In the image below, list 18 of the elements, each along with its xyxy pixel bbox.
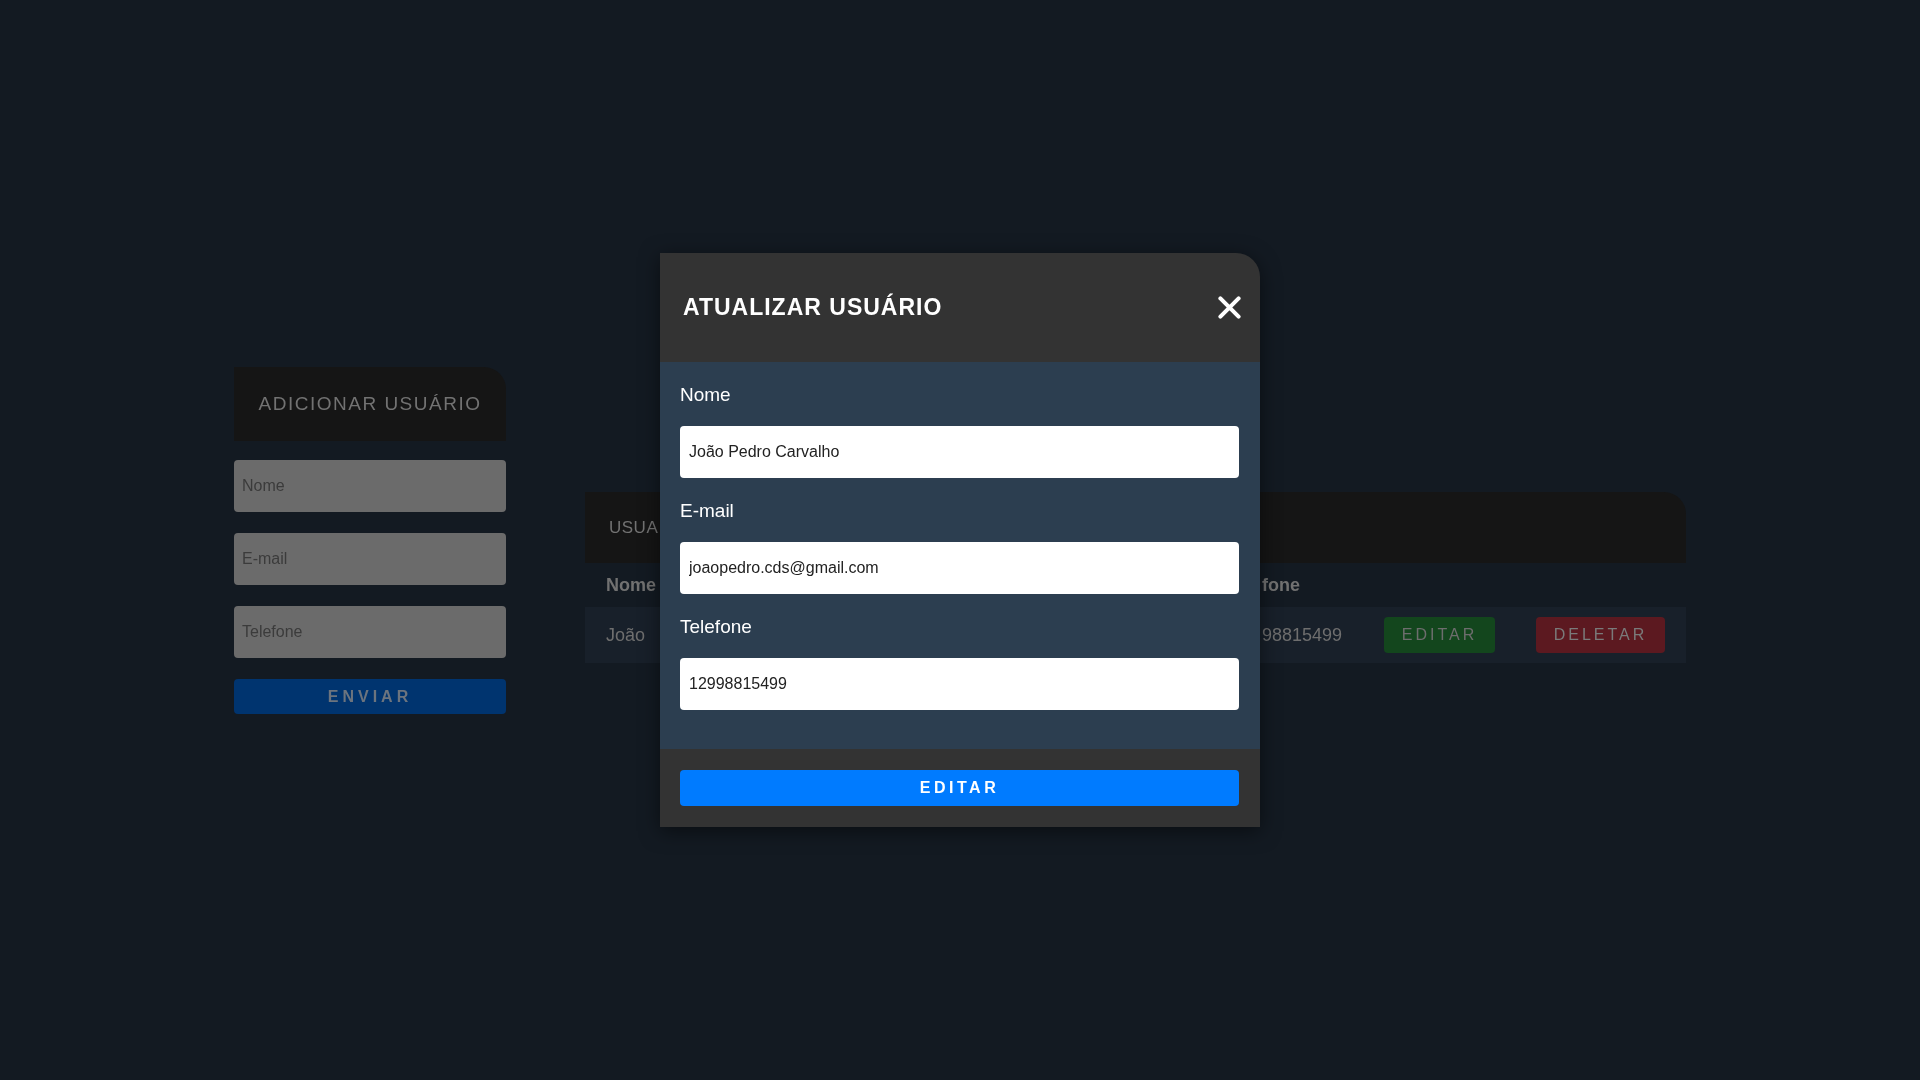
table-cell: 98815499 bbox=[1262, 624, 1343, 645]
table-title: USUA bbox=[609, 516, 659, 539]
delete-button[interactable]: DELETAR bbox=[1536, 617, 1665, 653]
column-header: fone bbox=[1262, 574, 1300, 595]
input-field[interactable]: 12998815499 bbox=[680, 658, 1239, 710]
field-label: E-mail bbox=[680, 500, 734, 522]
submit-button[interactable]: ENVIAR bbox=[234, 679, 506, 714]
form-title: ADICIONAR USUÁRIO bbox=[258, 391, 482, 416]
edit-button[interactable]: EDITAR bbox=[1384, 617, 1495, 653]
input-field[interactable]: João Pedro Carvalho bbox=[680, 426, 1239, 478]
close-icon[interactable] bbox=[1218, 296, 1241, 319]
field-label: Telefone bbox=[680, 616, 752, 638]
edit-button[interactable]: EDITAR bbox=[680, 770, 1239, 806]
modal-title: ATUALIZAR USUÁRIO bbox=[683, 292, 943, 323]
table-cell: João bbox=[606, 624, 646, 645]
field-label: Nome bbox=[680, 384, 731, 406]
input-field[interactable]: joaopedro.cds@gmail.com bbox=[680, 542, 1239, 594]
column-header: Nome bbox=[606, 574, 656, 595]
